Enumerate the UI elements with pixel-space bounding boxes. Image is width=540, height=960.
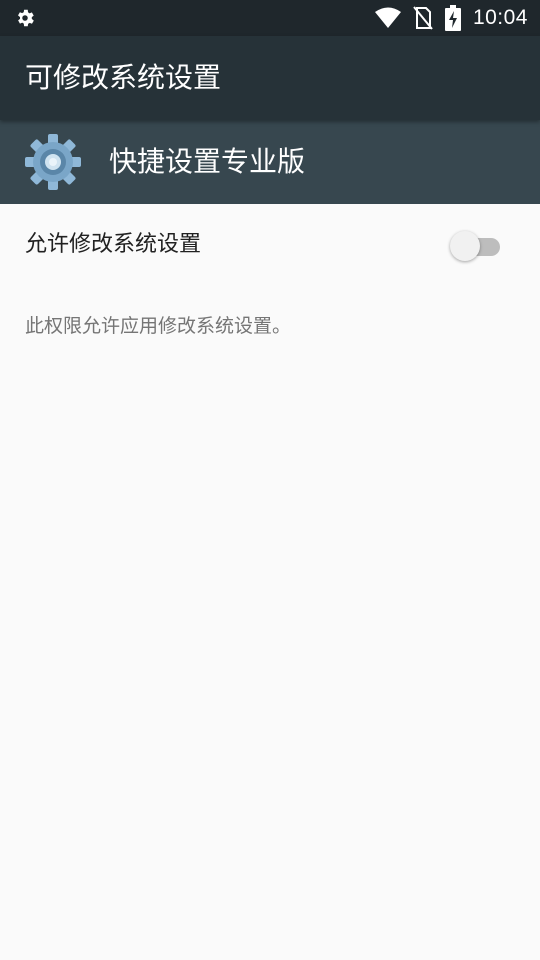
status-icons: 10:04 [374, 0, 528, 36]
no-sim-icon [413, 6, 433, 30]
screen: 10:04 可修改系统设置 快捷设置专业版 允许修改系统设置 此权限允许应用修改… [0, 0, 540, 960]
allow-modify-settings-row[interactable]: 允许修改系统设置 [0, 204, 540, 286]
app-header: 快捷设置专业版 [0, 120, 540, 204]
allow-modify-settings-switch[interactable] [450, 231, 502, 261]
battery-charging-icon [444, 5, 461, 31]
settings-notification-icon [18, 9, 34, 27]
status-bar: 10:04 [0, 0, 540, 36]
allow-modify-settings-label: 允许修改系统设置 [25, 232, 202, 257]
switch-thumb [450, 231, 480, 261]
toolbar: 可修改系统设置 [0, 36, 540, 120]
page-title: 可修改系统设置 [25, 61, 222, 94]
app-gear-icon [25, 134, 81, 190]
permission-description: 此权限允许应用修改系统设置。 [25, 315, 292, 337]
app-name: 快捷设置专业版 [109, 145, 306, 178]
wifi-icon [374, 7, 401, 28]
status-time: 10:04 [472, 6, 528, 29]
